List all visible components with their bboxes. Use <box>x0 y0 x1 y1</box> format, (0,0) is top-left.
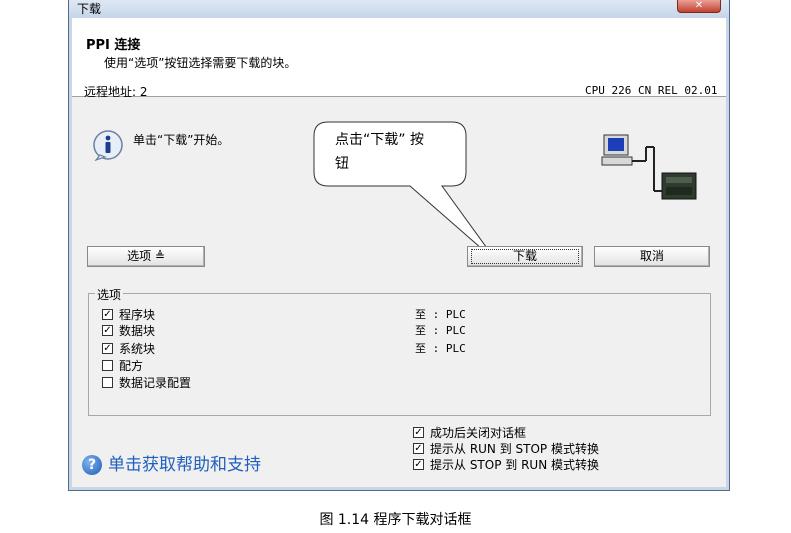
checkbox-checked-icon[interactable]: ✓ <box>413 459 424 470</box>
cpu-info: CPU 226 CN REL 02.01 <box>585 84 718 97</box>
options-button[interactable]: 选项 ≜ <box>87 246 205 267</box>
download-button-label: 下载 <box>471 249 579 264</box>
checkbox-checked-icon[interactable]: ✓ <box>102 343 113 354</box>
checkbox-checked-icon[interactable]: ✓ <box>413 427 424 438</box>
checkbox-unchecked-icon[interactable] <box>102 360 113 371</box>
cancel-button[interactable]: 取消 <box>594 246 710 267</box>
program-block-target: 至 : PLC <box>415 308 466 321</box>
callout-line-2: 钮 <box>335 156 349 172</box>
info-icon <box>92 129 123 162</box>
callout-text: 点击“下载” 按 钮 <box>335 128 455 176</box>
checkbox-checked-icon[interactable]: ✓ <box>102 309 113 320</box>
download-button[interactable]: 下载 <box>467 246 583 267</box>
pc-plc-connection-icon <box>600 133 700 203</box>
header-title: PPI 连接 <box>86 38 141 53</box>
figure-caption: 图 1.14 程序下载对话框 <box>319 512 472 528</box>
help-text[interactable]: 单击获取帮助和支持 <box>108 455 261 475</box>
system-block-target: 至 : PLC <box>415 342 466 355</box>
options-groupbox: 选项 ✓ 程序块 ✓ 数据块 ✓ 系统块 配方 数据记录配置 至 : PLC 至 : … <box>88 286 711 416</box>
option-datalog-config[interactable]: 数据记录配置 <box>102 375 191 391</box>
option-program-block[interactable]: ✓ 程序块 <box>102 307 155 323</box>
option-data-block[interactable]: ✓ 数据块 <box>102 323 155 339</box>
close-button[interactable]: ✕ <box>677 0 721 13</box>
checkbox-unchecked-icon[interactable] <box>102 377 113 388</box>
checkbox-checked-icon[interactable]: ✓ <box>102 325 113 336</box>
help-link[interactable]: ? 单击获取帮助和支持 <box>82 450 261 475</box>
option-close-on-success[interactable]: ✓ 成功后关闭对话框 <box>413 425 526 441</box>
info-text: 单击“下载”开始。 <box>133 133 230 147</box>
options-legend: 选项 <box>95 286 124 303</box>
data-block-target: 至 : PLC <box>415 324 466 337</box>
header-description: 使用“选项”按钮选择需要下载的块。 <box>104 56 297 70</box>
window-title: 下载 <box>77 2 102 16</box>
help-icon: ? <box>82 455 102 475</box>
callout-line-1: 点击“下载” 按 <box>335 132 424 148</box>
option-prompt-stop-to-run[interactable]: ✓ 提示从 STOP 到 RUN 模式转换 <box>413 457 599 473</box>
checkbox-checked-icon[interactable]: ✓ <box>413 443 424 454</box>
remote-address: 远程地址: 2 <box>84 85 148 99</box>
option-system-block[interactable]: ✓ 系统块 <box>102 341 155 357</box>
option-prompt-run-to-stop[interactable]: ✓ 提示从 RUN 到 STOP 模式转换 <box>413 441 599 457</box>
title-bar[interactable]: 下载 ✕ <box>69 0 729 18</box>
option-recipe[interactable]: 配方 <box>102 358 143 374</box>
